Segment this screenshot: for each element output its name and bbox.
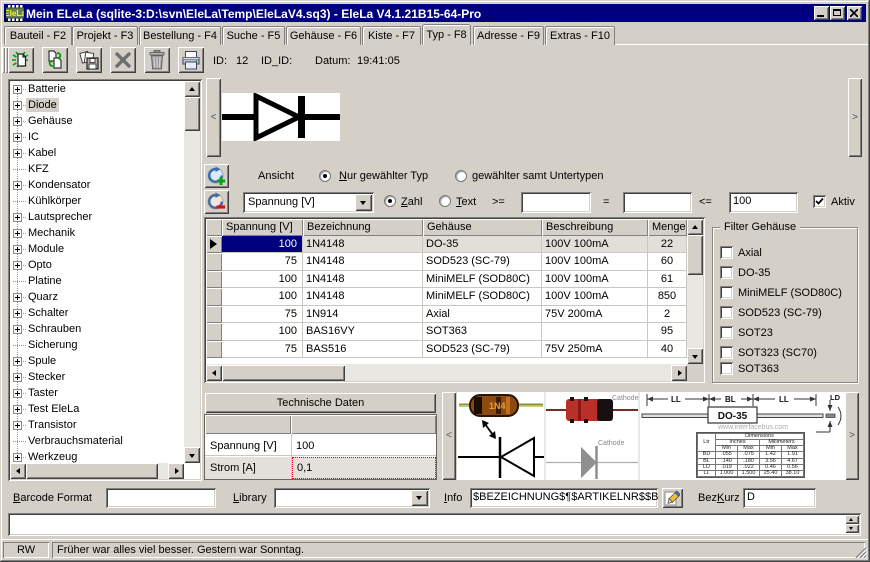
svg-text:LL: LL xyxy=(779,395,789,404)
svg-text:EleLa: EleLa xyxy=(6,9,24,18)
svg-text:LL: LL xyxy=(671,395,681,404)
svg-text:1N4: 1N4 xyxy=(489,401,506,411)
svg-text:DO-35: DO-35 xyxy=(718,411,748,422)
svg-text:www.interfacebus.com: www.interfacebus.com xyxy=(717,424,788,431)
svg-text:BL: BL xyxy=(725,395,736,404)
svg-text:Cathode: Cathode xyxy=(598,440,625,447)
svg-text:LD: LD xyxy=(830,393,841,402)
svg-text:Cathode: Cathode xyxy=(612,395,639,402)
